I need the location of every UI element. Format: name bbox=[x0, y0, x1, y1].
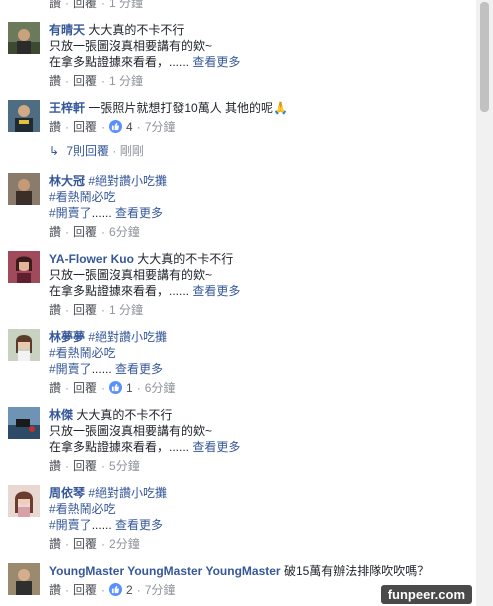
hashtag-link[interactable]: #絕對讚小吃攤 bbox=[88, 330, 167, 344]
comment-author[interactable]: 林夢夢 bbox=[49, 330, 85, 344]
hashtag-link[interactable]: #開賣了 bbox=[49, 518, 92, 532]
avatar[interactable] bbox=[8, 22, 40, 54]
thumbs-up-icon bbox=[109, 120, 123, 133]
comment-text: 在拿多點證據來看看，...... bbox=[49, 440, 190, 454]
comment-author[interactable]: 王梓軒 bbox=[49, 101, 85, 115]
reply-link[interactable]: 回覆 bbox=[73, 583, 97, 597]
hashtag-link[interactable]: #開賣了 bbox=[49, 362, 92, 376]
comment-text: 大大真的不卡不行 bbox=[137, 252, 234, 266]
reply-link[interactable]: 回覆 bbox=[73, 537, 97, 551]
hashtag-link[interactable]: #開賣了 bbox=[49, 206, 92, 220]
hashtag-link[interactable]: #看熱鬧必吃 bbox=[49, 189, 472, 205]
like-count[interactable]: 1 bbox=[126, 381, 133, 395]
watermark: funpeer.com bbox=[380, 585, 472, 604]
timestamp[interactable]: 5分鐘 bbox=[109, 459, 140, 473]
reply-arrow-icon: ↳ bbox=[49, 144, 60, 158]
comment-author[interactable]: 林傑 bbox=[49, 408, 73, 422]
comment-text: 只放一張圖沒真相要講有的欸~ bbox=[49, 39, 213, 53]
avatar[interactable] bbox=[8, 251, 40, 283]
timestamp[interactable]: 7分鐘 bbox=[145, 583, 176, 597]
hashtag-link[interactable]: #絕對讚小吃攤 bbox=[88, 486, 167, 500]
reply-link[interactable]: 回覆 bbox=[73, 303, 97, 317]
like-link[interactable]: 讚 bbox=[49, 303, 61, 317]
replies-count[interactable]: 7則回覆 bbox=[66, 144, 109, 158]
comment-text: 只放一張圖沒真相要講有的欸~ bbox=[49, 424, 213, 438]
like-link[interactable]: 讚 bbox=[49, 583, 61, 597]
comment-author[interactable]: 周依琴 bbox=[49, 486, 85, 500]
reply-link[interactable]: 回覆 bbox=[73, 74, 97, 88]
avatar[interactable] bbox=[8, 407, 40, 439]
like-count[interactable]: 4 bbox=[126, 120, 133, 134]
replies-timestamp: 剛剛 bbox=[119, 144, 144, 158]
scrollbar-thumb[interactable] bbox=[480, 2, 489, 112]
comment-actions: 讚 · 回覆 · 6分鐘 bbox=[49, 225, 140, 239]
timestamp[interactable]: 2分鐘 bbox=[109, 537, 140, 551]
hashtag-link[interactable]: #絕對讚小吃攤 bbox=[88, 174, 167, 188]
like-link[interactable]: 讚 bbox=[49, 537, 61, 551]
hashtag-link[interactable]: #看熱鬧必吃 bbox=[49, 345, 472, 361]
comment-actions: 讚 · 回覆 · 2分鐘 bbox=[49, 537, 140, 551]
like-link[interactable]: 讚 bbox=[49, 74, 61, 88]
comment-actions: 讚 · 回覆 · 4 · 7分鐘 bbox=[49, 120, 176, 134]
see-more-link[interactable]: 查看更多 bbox=[192, 440, 240, 454]
thumbs-up-icon bbox=[109, 381, 123, 394]
see-more-link[interactable]: 查看更多 bbox=[115, 518, 163, 532]
comment-text: 在拿多點證據來看看，...... bbox=[49, 284, 190, 298]
comment-author[interactable]: 有晴天 bbox=[49, 23, 85, 37]
comment-actions: 讚 · 回覆 · 1 分鐘 bbox=[49, 303, 144, 317]
see-more-link[interactable]: 查看更多 bbox=[115, 362, 163, 376]
like-link[interactable]: 讚 bbox=[49, 120, 61, 134]
timestamp[interactable]: 1 分鐘 bbox=[109, 0, 143, 10]
avatar[interactable] bbox=[8, 329, 40, 361]
comment-text: 只放一張圖沒真相要講有的欸~ bbox=[49, 268, 213, 282]
view-replies-link[interactable]: ↳ 7則回覆 · 剛剛 bbox=[49, 143, 144, 159]
comment-text: ...... bbox=[91, 362, 112, 376]
see-more-link[interactable]: 查看更多 bbox=[192, 55, 240, 69]
thumbs-up-icon bbox=[109, 583, 123, 596]
scrollbar[interactable] bbox=[476, 0, 493, 606]
like-link[interactable]: 讚 bbox=[49, 381, 61, 395]
comment-text: 一張照片就想打發10萬人 其他的呢🙏 bbox=[88, 101, 288, 115]
reply-link[interactable]: 回覆 bbox=[73, 459, 97, 473]
timestamp[interactable]: 6分鐘 bbox=[145, 381, 176, 395]
comment-text: ...... bbox=[91, 206, 112, 220]
reply-link[interactable]: 回覆 bbox=[73, 225, 97, 239]
timestamp[interactable]: 1 分鐘 bbox=[109, 303, 143, 317]
timestamp[interactable]: 6分鐘 bbox=[109, 225, 140, 239]
comment-actions-top: 讚 · 回覆 · 1 分鐘 bbox=[49, 0, 143, 11]
comment-actions: 讚 · 回覆 · 1 · 6分鐘 bbox=[49, 381, 176, 395]
avatar[interactable] bbox=[8, 100, 40, 132]
reply-link[interactable]: 回覆 bbox=[73, 381, 97, 395]
reply-link[interactable]: 回覆 bbox=[73, 120, 97, 134]
like-link[interactable]: 讚 bbox=[49, 0, 61, 10]
avatar[interactable] bbox=[8, 563, 40, 595]
comment-author[interactable]: YA-Flower Kuo bbox=[49, 252, 134, 266]
comment-actions: 讚 · 回覆 · 5分鐘 bbox=[49, 459, 140, 473]
like-count[interactable]: 2 bbox=[126, 583, 133, 597]
reply-link[interactable]: 回覆 bbox=[73, 0, 97, 10]
comment-text: 大大真的不卡不行 bbox=[76, 408, 173, 422]
comment-text: 破15萬有辦法排隊吹吹嗎？ bbox=[283, 564, 430, 578]
comment-author[interactable]: YoungMaster YoungMaster YoungMaster bbox=[49, 564, 281, 578]
like-link[interactable]: 讚 bbox=[49, 459, 61, 473]
timestamp[interactable]: 1 分鐘 bbox=[109, 74, 143, 88]
avatar[interactable] bbox=[8, 173, 40, 205]
timestamp[interactable]: 7分鐘 bbox=[145, 120, 176, 134]
hashtag-link[interactable]: #看熱鬧必吃 bbox=[49, 501, 472, 517]
comment-feed: 讚 · 回覆 · 1 分鐘 有晴天 大大真的不卡不行 只放一張圖沒真相要講有的欸~ 在拿… bbox=[0, 0, 476, 606]
comment-text: 大大真的不卡不行 bbox=[88, 23, 185, 37]
comment-author[interactable]: 林大冠 bbox=[49, 174, 85, 188]
comment-text: 在拿多點證據來看看，...... bbox=[49, 55, 190, 69]
like-link[interactable]: 讚 bbox=[49, 225, 61, 239]
comment-actions: 讚 · 回覆 · 1 分鐘 bbox=[49, 74, 144, 88]
see-more-link[interactable]: 查看更多 bbox=[115, 206, 163, 220]
comment-text: ...... bbox=[91, 518, 112, 532]
see-more-link[interactable]: 查看更多 bbox=[192, 284, 240, 298]
avatar[interactable] bbox=[8, 485, 40, 517]
